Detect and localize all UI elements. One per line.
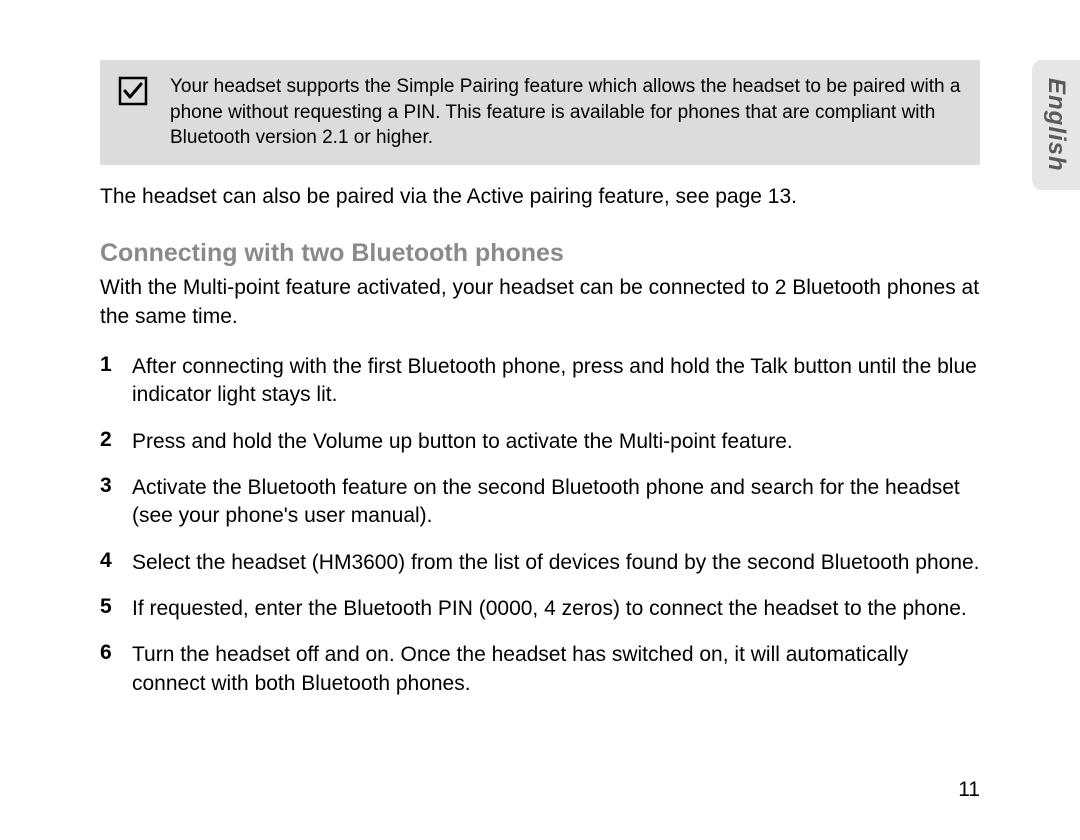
list-item: 6 Turn the headset off and on. Once the … [100,641,980,698]
page-number: 11 [958,778,980,802]
steps-list: 1 After connecting with the first Blueto… [100,353,980,698]
step-number: 5 [100,595,132,619]
list-item: 4 Select the headset (HM3600) from the l… [100,549,980,577]
step-number: 2 [100,428,132,452]
step-number: 4 [100,549,132,573]
info-box: Your headset supports the Simple Pairing… [100,60,980,165]
section-intro: With the Multi-point feature activated, … [100,274,980,331]
paragraph: The headset can also be paired via the A… [100,183,980,211]
language-tab-label: English [1042,78,1070,172]
list-item: 2 Press and hold the Volume up button to… [100,428,980,456]
step-text: Press and hold the Volume up button to a… [132,428,793,456]
step-number: 3 [100,474,132,498]
step-number: 1 [100,353,132,377]
step-text: If requested, enter the Bluetooth PIN (0… [132,595,967,623]
step-number: 6 [100,641,132,665]
section-heading: Connecting with two Bluetooth phones [100,239,980,268]
step-text: Activate the Bluetooth feature on the se… [132,474,980,531]
language-tab[interactable]: English [1032,60,1080,190]
list-item: 5 If requested, enter the Bluetooth PIN … [100,595,980,623]
step-text: Select the headset (HM3600) from the lis… [132,549,980,577]
checkbox-icon [118,76,148,111]
list-item: 1 After connecting with the first Blueto… [100,353,980,410]
step-text: Turn the headset off and on. Once the he… [132,641,980,698]
list-item: 3 Activate the Bluetooth feature on the … [100,474,980,531]
step-text: After connecting with the first Bluetoot… [132,353,980,410]
info-text: Your headset supports the Simple Pairing… [170,74,962,151]
